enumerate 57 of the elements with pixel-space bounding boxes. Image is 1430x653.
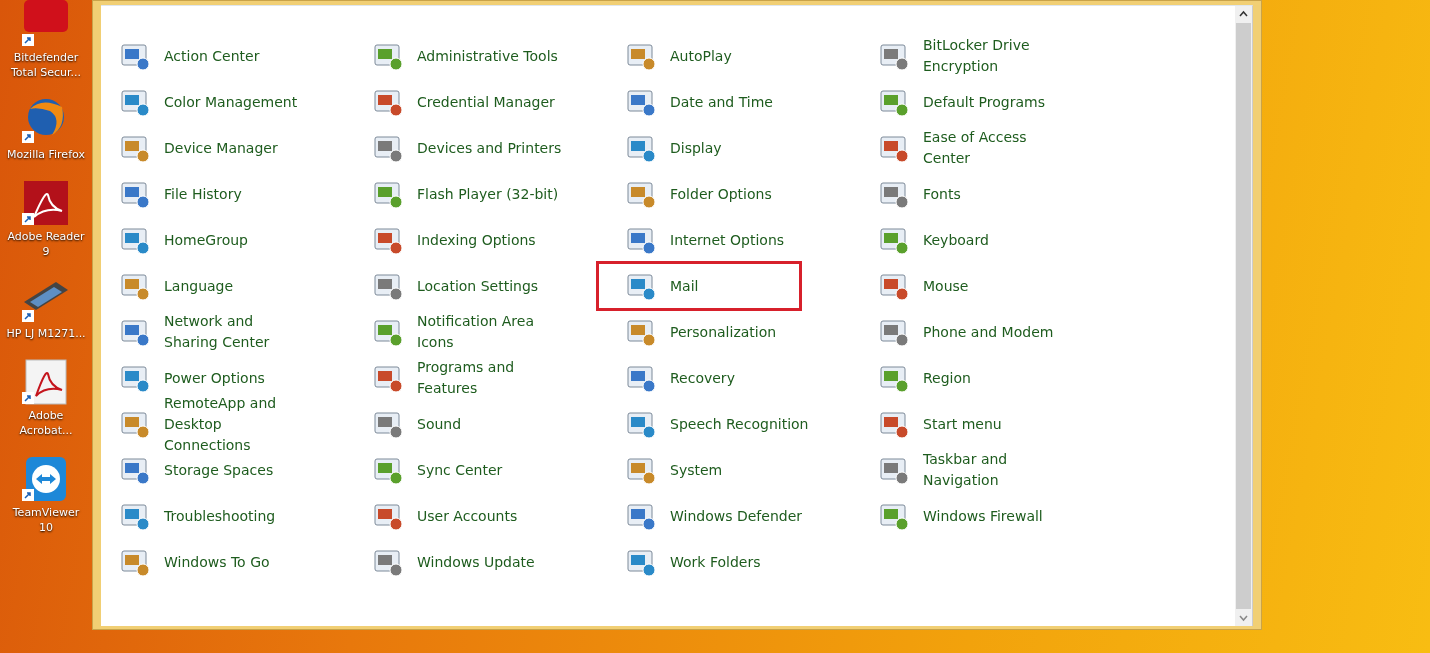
applet-link[interactable]: Folder Options bbox=[670, 183, 772, 205]
applet-link[interactable]: Work Folders bbox=[670, 551, 761, 573]
applet-link[interactable]: Fonts bbox=[923, 183, 961, 205]
applet-link[interactable]: Sound bbox=[417, 413, 462, 435]
shortcut-label[interactable]: Adobe Reader 9 bbox=[6, 229, 86, 259]
applet-link[interactable]: Date and Time bbox=[670, 91, 773, 113]
shortcut-label[interactable]: Adobe Acrobat... bbox=[6, 408, 86, 438]
applet-link[interactable]: Devices and Printers bbox=[417, 137, 562, 159]
applet-link[interactable]: Indexing Options bbox=[417, 229, 536, 251]
applet-link[interactable]: Device Manager bbox=[164, 137, 278, 159]
applet-link[interactable]: Credential Manager bbox=[417, 91, 555, 113]
applet-link[interactable]: Power Options bbox=[164, 367, 265, 389]
applet-link[interactable]: Windows To Go bbox=[164, 551, 270, 573]
applet-link[interactable]: Internet Options bbox=[670, 229, 785, 251]
applet-link[interactable]: Language bbox=[164, 275, 234, 297]
applet-link[interactable]: Personalization bbox=[670, 321, 777, 343]
applet-link[interactable]: Mail bbox=[670, 275, 699, 297]
applet-link[interactable]: Taskbar and Navigation bbox=[923, 449, 1070, 491]
app-tile-icon[interactable] bbox=[22, 0, 70, 48]
document-icon[interactable] bbox=[22, 179, 70, 227]
applet-link[interactable]: Ease of Access Center bbox=[923, 127, 1070, 169]
applet-link[interactable]: Recovery bbox=[670, 367, 735, 389]
applet-link[interactable]: Sync Center bbox=[417, 459, 503, 481]
applet-link[interactable]: Flash Player (32-bit) bbox=[417, 183, 559, 205]
applet-link[interactable]: User Accounts bbox=[417, 505, 518, 527]
scrollbar[interactable] bbox=[1235, 6, 1252, 626]
applet-link[interactable]: Notification Area Icons bbox=[417, 311, 564, 353]
document-icon[interactable] bbox=[22, 358, 70, 406]
applet-link[interactable]: Default Programs bbox=[923, 91, 1045, 113]
applet-link[interactable]: RemoteApp and Desktop Connections bbox=[164, 392, 311, 456]
applet-link[interactable]: Display bbox=[670, 137, 722, 159]
shortcut-label[interactable]: Mozilla Firefox bbox=[6, 147, 86, 162]
applet-link[interactable]: Windows Defender bbox=[670, 505, 802, 527]
applet-link[interactable]: Windows Firewall bbox=[923, 505, 1043, 527]
applet-link[interactable]: Color Management bbox=[164, 91, 298, 113]
shortcut-label[interactable]: Bitdefender Total Secur... bbox=[6, 50, 86, 80]
applet-link[interactable]: Windows Update bbox=[417, 551, 535, 573]
applet-link[interactable]: Region bbox=[923, 367, 971, 389]
applet-link[interactable]: Speech Recognition bbox=[670, 413, 809, 435]
applet-link[interactable]: BitLocker Drive Encryption bbox=[923, 35, 1070, 77]
applet-link[interactable]: Storage Spaces bbox=[164, 459, 274, 481]
applet-link[interactable]: AutoPlay bbox=[670, 45, 732, 67]
applet-link[interactable]: Keyboard bbox=[923, 229, 989, 251]
applet-link[interactable]: File History bbox=[164, 183, 242, 205]
applet-link[interactable]: Programs and Features bbox=[417, 357, 564, 399]
shortcut-label[interactable]: TeamViewer 10 bbox=[6, 505, 86, 535]
applet-link[interactable]: System bbox=[670, 459, 723, 481]
applet-link[interactable]: Network and Sharing Center bbox=[164, 311, 311, 353]
applet-link[interactable]: Location Settings bbox=[417, 275, 539, 297]
applet-link[interactable]: Administrative Tools bbox=[417, 45, 558, 67]
applet-link[interactable]: Action Center bbox=[164, 45, 260, 67]
applet-link[interactable]: HomeGroup bbox=[164, 229, 248, 251]
applet-link[interactable]: Mouse bbox=[923, 275, 969, 297]
applet-link[interactable]: Phone and Modem bbox=[923, 321, 1054, 343]
applet-link[interactable]: Troubleshooting bbox=[164, 505, 276, 527]
applet-link[interactable]: Start menu bbox=[923, 413, 1002, 435]
shortcut-label[interactable]: HP LJ M1271... bbox=[6, 326, 86, 341]
